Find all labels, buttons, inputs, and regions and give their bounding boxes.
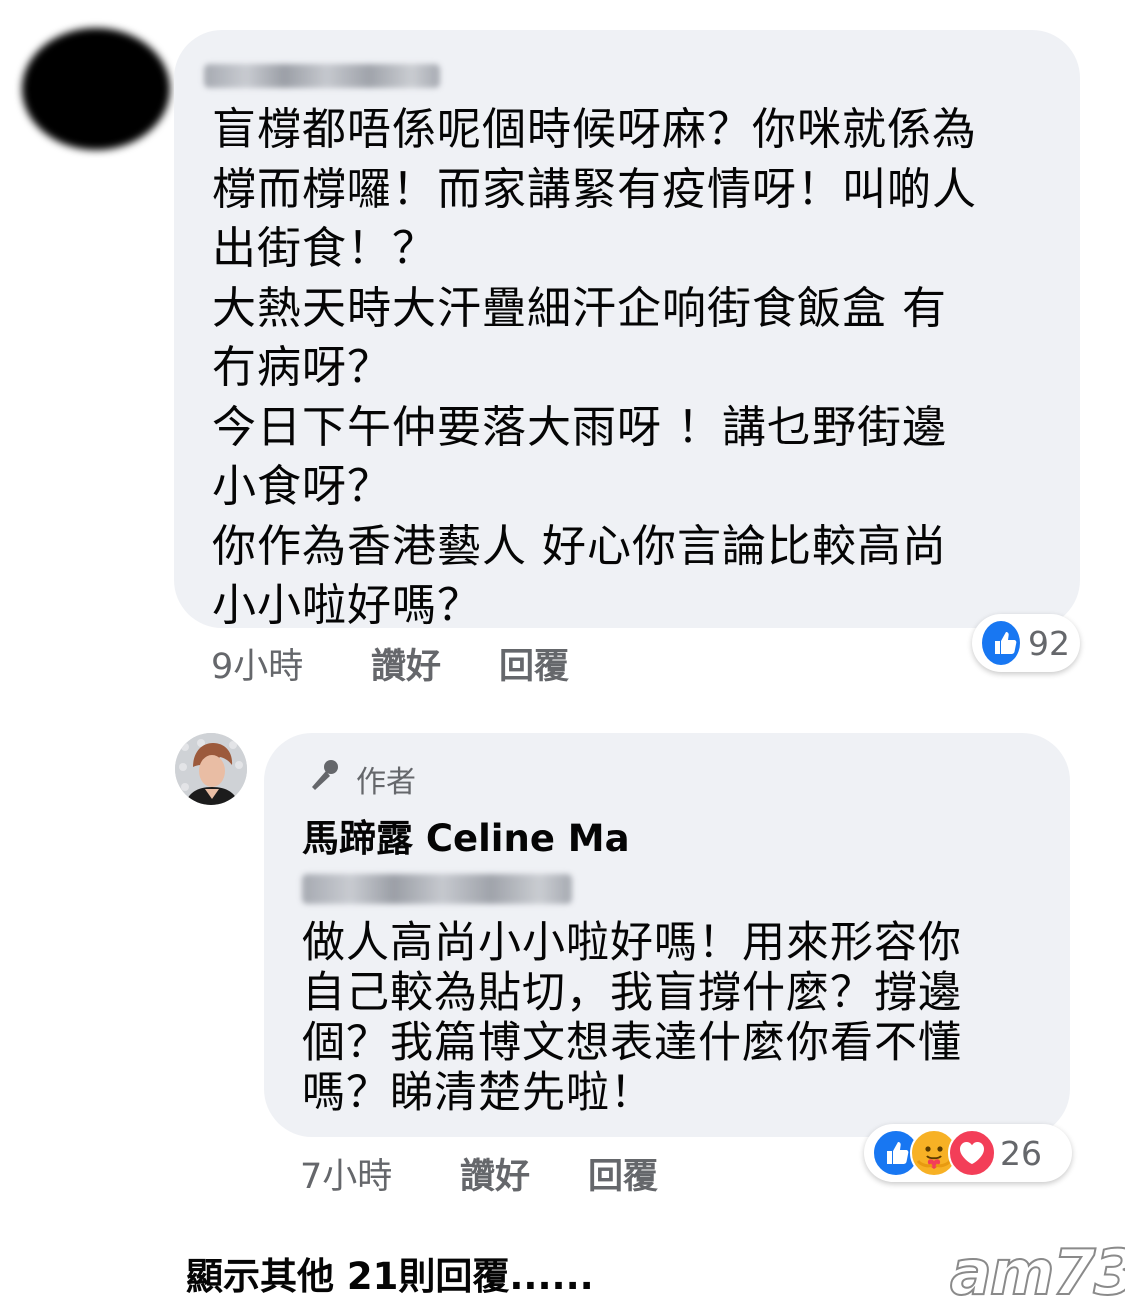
commenter-name-blurred[interactable] bbox=[204, 64, 440, 88]
author-avatar[interactable] bbox=[175, 733, 247, 805]
reply-reaction-count: 26 bbox=[1000, 1133, 1042, 1173]
reply-reply-button[interactable]: 回覆 bbox=[588, 1148, 658, 1199]
comment-timestamp[interactable]: 9小時 bbox=[211, 638, 371, 689]
author-badge-label: 作者 bbox=[356, 765, 416, 800]
comment-reaction-count: 92 bbox=[1028, 623, 1070, 663]
reply-text: 做人高尚小小啦好嗎！用來形容你 自己較為貼切，我盲撐什麼？撐邊 個？我篇博文想表… bbox=[302, 918, 962, 1118]
author-badge: 作者 bbox=[306, 757, 416, 801]
show-more-replies-link[interactable]: 顯示其他 21則回覆...... bbox=[186, 1246, 594, 1300]
comment-meta-row: 9小時 讚好 回覆 bbox=[211, 638, 569, 689]
microphone-icon bbox=[306, 757, 342, 801]
comment-reactions[interactable]: 92 bbox=[972, 614, 1080, 672]
comment-like-button[interactable]: 讚好 bbox=[371, 638, 499, 689]
watermark-logo: am730 bbox=[949, 1235, 1125, 1310]
reply-meta-row: 7小時 讚好 回覆 bbox=[300, 1148, 658, 1199]
love-icon bbox=[948, 1129, 996, 1177]
reply-like-button[interactable]: 讚好 bbox=[460, 1148, 588, 1199]
comment-reply-button[interactable]: 回覆 bbox=[499, 638, 569, 689]
reply-author-name[interactable]: 馬蹄露 Celine Ma bbox=[302, 808, 630, 862]
comment-text: 盲橕都唔係呢個時候呀麻？你咪就係為 橕而橕囉！而家講緊有疫情呀！叫啲人 出街食！… bbox=[212, 104, 977, 631]
reply-reactions[interactable]: 26 bbox=[864, 1124, 1072, 1182]
commenter-avatar-blurred[interactable] bbox=[22, 28, 170, 150]
reply-timestamp[interactable]: 7小時 bbox=[300, 1148, 460, 1199]
reply-mention-blurred[interactable] bbox=[302, 874, 572, 904]
like-icon bbox=[980, 619, 1022, 667]
